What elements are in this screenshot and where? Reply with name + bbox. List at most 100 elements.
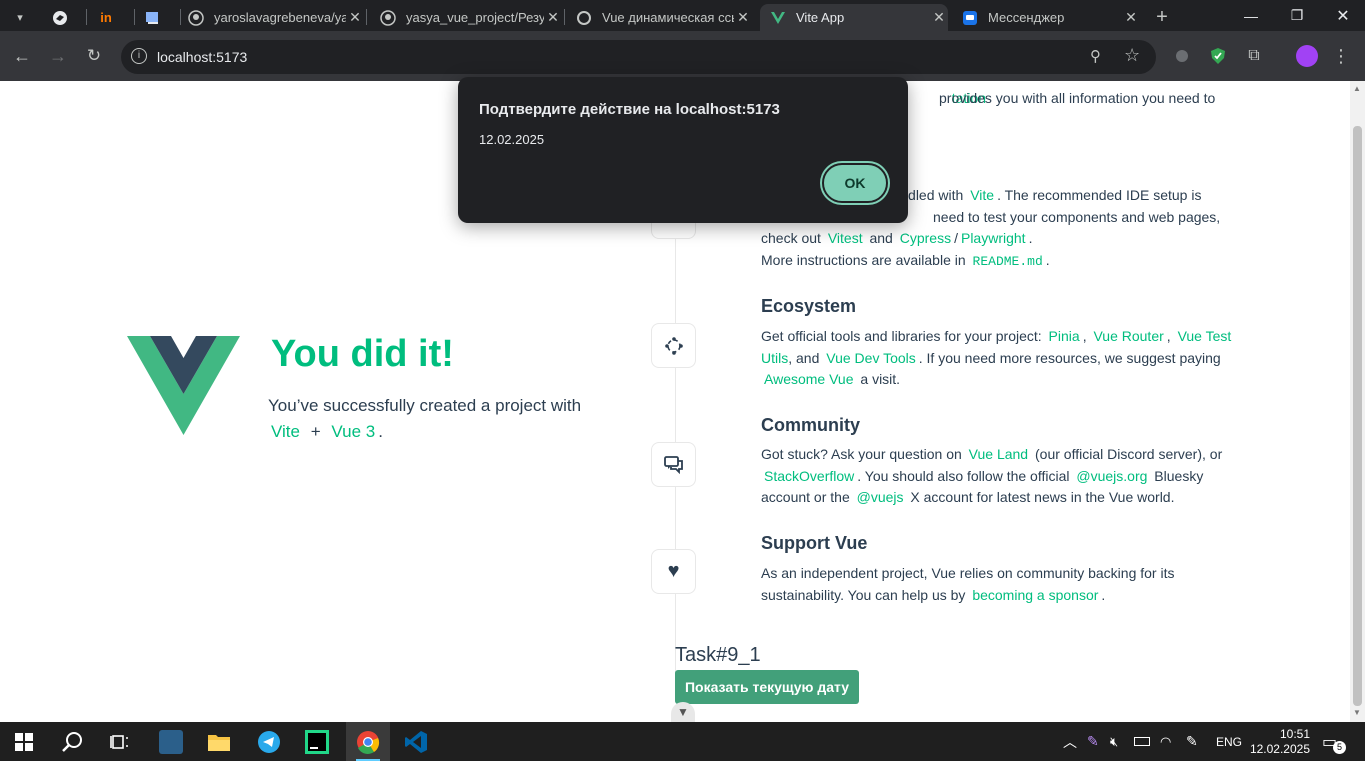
vue-devtools-link[interactable]: Vue Dev Tools bbox=[823, 350, 919, 366]
extension-dot-icon bbox=[1176, 50, 1188, 62]
tab-pinned-3[interactable] bbox=[136, 4, 180, 31]
windows-icon bbox=[15, 733, 33, 751]
stackoverflow-link[interactable]: StackOverflow bbox=[761, 468, 857, 484]
show-date-button[interactable]: Показать текущую дату bbox=[675, 670, 859, 704]
minimize-button[interactable]: — bbox=[1228, 0, 1274, 31]
tooling-line-3: check out bbox=[761, 230, 821, 247]
vite-link[interactable]: Vite bbox=[967, 187, 997, 203]
tab-pinned-1[interactable] bbox=[40, 4, 84, 31]
tray-pen-button[interactable]: ✎ bbox=[1087, 722, 1099, 761]
minimize-icon: — bbox=[1244, 7, 1258, 24]
site-info-icon[interactable]: i bbox=[131, 48, 147, 64]
hero-subtitle: You’ve successfully created a project wi… bbox=[268, 393, 598, 445]
documentation-line: provides you with all information you ne… bbox=[939, 90, 1216, 106]
back-button[interactable]: ← bbox=[6, 40, 38, 72]
tray-battery-button[interactable] bbox=[1134, 722, 1150, 761]
tray-wifi-button[interactable]: ◠ bbox=[1160, 722, 1171, 761]
scrollbar-thumb[interactable] bbox=[1353, 126, 1362, 706]
close-window-button[interactable]: ✕ bbox=[1320, 0, 1365, 31]
tab-vite-app[interactable]: Vite App ✕ bbox=[760, 4, 948, 31]
community-heading: Community bbox=[761, 415, 860, 435]
extensions-button[interactable]: ⧉ bbox=[1238, 40, 1270, 72]
tab-github-2[interactable]: yasya_vue_project/Резу ✕ bbox=[376, 4, 562, 31]
github-icon bbox=[188, 9, 204, 26]
clock[interactable]: 10:51 12.02.2025 bbox=[1250, 722, 1310, 761]
url-text[interactable]: localhost:5173 bbox=[157, 49, 247, 65]
extension-button[interactable] bbox=[1166, 40, 1198, 72]
tab-github-1[interactable]: yaroslavagrebeneva/ya ✕ bbox=[184, 4, 364, 31]
community-line-2: . You should also follow the official bbox=[857, 467, 1070, 484]
vue3-link[interactable]: Vue 3 bbox=[328, 422, 378, 441]
arrow-left-icon: ← bbox=[13, 45, 31, 66]
vue-test-utils-link-2[interactable]: Utils bbox=[761, 350, 788, 366]
volume-muted-icon: 🔇︎ bbox=[1110, 733, 1119, 749]
sponsor-link[interactable]: becoming a sponsor bbox=[969, 587, 1101, 603]
playwright-link[interactable]: Playwright bbox=[958, 230, 1029, 246]
page-scrollbar[interactable]: ▲ ▼ bbox=[1350, 81, 1365, 722]
taskbar-app-explorer[interactable] bbox=[203, 726, 235, 758]
vue-router-link[interactable]: Vue Router bbox=[1090, 328, 1166, 344]
pycharm-icon bbox=[305, 730, 329, 754]
vue-land-link[interactable]: Vue Land bbox=[966, 446, 1031, 462]
profile-button[interactable] bbox=[1291, 40, 1323, 72]
tab-pinned-2[interactable]: in bbox=[88, 4, 132, 31]
scroll-up-icon[interactable]: ▲ bbox=[1353, 84, 1361, 93]
new-tab-button[interactable]: + bbox=[1148, 4, 1176, 31]
search-icon bbox=[62, 732, 82, 752]
bookmark-star-icon[interactable]: ☆ bbox=[1124, 45, 1140, 66]
notifications-button[interactable]: ▭ 5 bbox=[1322, 722, 1346, 761]
vitest-link[interactable]: Vitest bbox=[825, 230, 866, 246]
input-language[interactable]: ENG bbox=[1216, 722, 1242, 761]
close-icon[interactable]: ✕ bbox=[346, 9, 364, 26]
awesome-vue-link[interactable]: Awesome Vue bbox=[761, 371, 857, 387]
support-text: As an independent project, Vue relies on… bbox=[761, 563, 1231, 606]
close-icon[interactable]: ✕ bbox=[734, 9, 752, 26]
avatar bbox=[1296, 45, 1318, 67]
pinia-link[interactable]: Pinia bbox=[1046, 328, 1083, 344]
vue-test-utils-link[interactable]: Vue Test bbox=[1175, 328, 1235, 344]
ok-button[interactable]: OK bbox=[822, 163, 888, 203]
cypress-link[interactable]: Cypress bbox=[897, 230, 954, 246]
adblock-button[interactable] bbox=[1202, 40, 1234, 72]
taskbar-app-vpn[interactable] bbox=[155, 726, 187, 758]
close-icon[interactable]: ✕ bbox=[1122, 9, 1140, 26]
zoom-icon[interactable]: ⚲ bbox=[1090, 47, 1101, 65]
close-icon[interactable]: ✕ bbox=[930, 9, 948, 26]
taskbar-app-pycharm[interactable] bbox=[301, 726, 333, 758]
dot-text: . bbox=[378, 422, 383, 441]
in-logo-icon: in bbox=[100, 10, 112, 25]
taskbar-app-vscode[interactable] bbox=[400, 726, 432, 758]
readme-link[interactable]: README.md bbox=[970, 254, 1046, 269]
ecosystem-line-2: . If you need more resources, we suggest… bbox=[918, 349, 1221, 366]
tab-title: Мессенджер bbox=[988, 10, 1065, 25]
tray-pen-menu-button[interactable]: ✎ bbox=[1186, 722, 1198, 761]
puzzle-icon: ⧉ bbox=[1248, 47, 1260, 64]
task-view-button[interactable] bbox=[104, 726, 136, 758]
taskbar-app-chrome[interactable] bbox=[346, 722, 390, 761]
forward-button[interactable]: → bbox=[42, 40, 74, 72]
tab-search-button[interactable]: ▾ bbox=[8, 4, 32, 31]
close-icon[interactable]: ✕ bbox=[544, 9, 562, 26]
address-bar[interactable]: i localhost:5173 ⚲ ☆ bbox=[121, 40, 1156, 74]
vite-link[interactable]: Vite bbox=[268, 422, 303, 441]
tab-chatgpt[interactable]: Vue динамическая ссы ✕ bbox=[572, 4, 752, 31]
tray-volume-button[interactable]: 🔇︎ bbox=[1110, 722, 1118, 761]
tab-title: yaroslavagrebeneva/ya bbox=[214, 10, 346, 25]
scroll-down-indicator[interactable]: ▼ bbox=[671, 702, 695, 722]
tray-overflow-button[interactable]: ︿ bbox=[1063, 722, 1077, 761]
chrome-icon bbox=[357, 730, 380, 754]
search-button[interactable] bbox=[56, 726, 88, 758]
vuejs-link[interactable]: @vuejs bbox=[854, 489, 907, 505]
menu-button[interactable]: ⋮ bbox=[1325, 40, 1357, 72]
ecosystem-text: Get official tools and libraries for you… bbox=[761, 326, 1231, 391]
reload-button[interactable]: ↻ bbox=[78, 40, 110, 72]
vuejs-org-link[interactable]: @vuejs.org bbox=[1073, 468, 1150, 484]
start-button[interactable] bbox=[8, 726, 40, 758]
tab-title: Vite App bbox=[796, 10, 845, 25]
taskbar-app-telegram[interactable] bbox=[253, 726, 285, 758]
chatgpt-icon bbox=[576, 10, 592, 26]
tab-messenger[interactable]: Мессенджер ✕ bbox=[956, 4, 1140, 31]
restore-button[interactable]: ❐ bbox=[1274, 0, 1320, 31]
scroll-down-icon[interactable]: ▼ bbox=[1353, 708, 1361, 717]
dot-text: . bbox=[1028, 230, 1033, 247]
